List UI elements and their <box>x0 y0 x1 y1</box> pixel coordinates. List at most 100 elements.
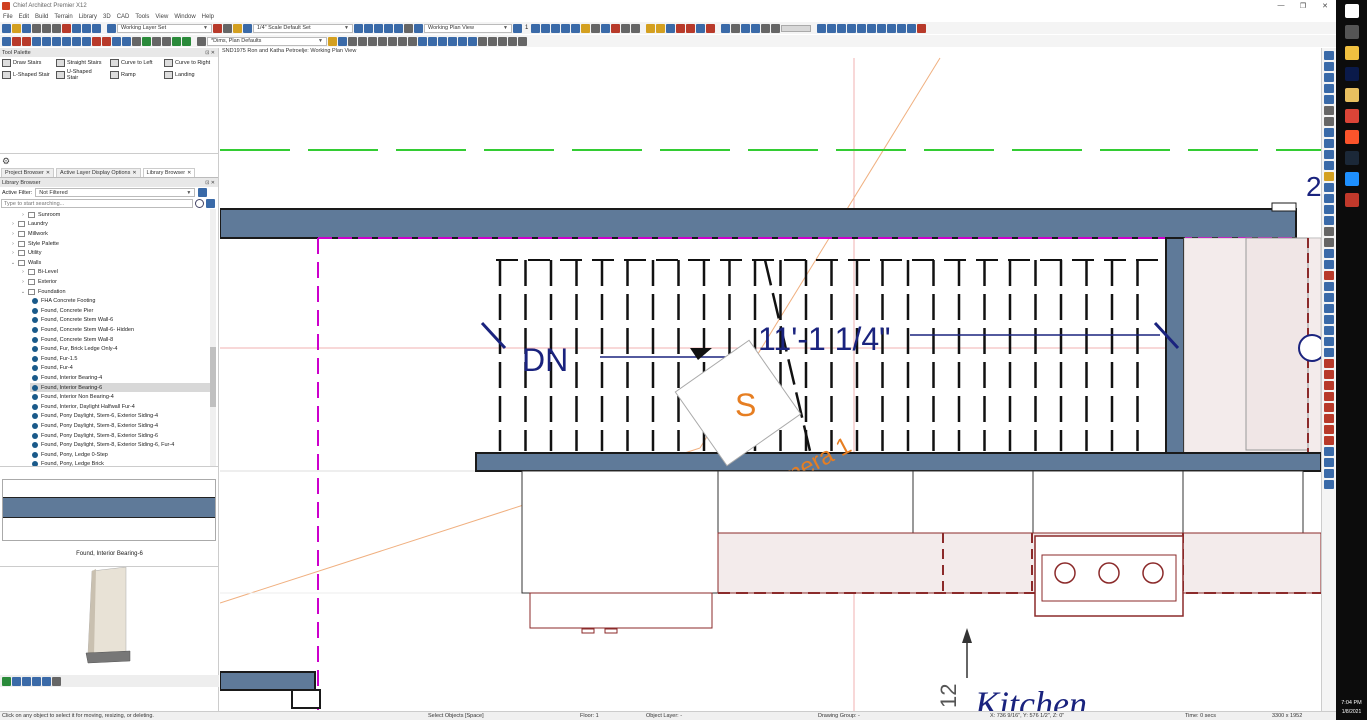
menu-cad[interactable]: CAD <box>117 14 130 20</box>
countertop[interactable] <box>717 532 1321 594</box>
cut-icon[interactable] <box>62 23 71 33</box>
perspective-icon[interactable] <box>571 23 581 33</box>
chamfer-icon[interactable] <box>488 36 497 46</box>
tool-draw-stairs[interactable]: Draw Stairs <box>2 59 50 67</box>
close-button[interactable]: ✕ <box>1314 2 1336 10</box>
select-icon[interactable] <box>2 36 11 46</box>
view-tool-icon[interactable] <box>1324 51 1334 60</box>
tree-item[interactable]: Found, Pony Daylight, Stem-8, Exterior S… <box>30 421 210 431</box>
view-tool-icon[interactable] <box>1324 447 1334 456</box>
steam-icon[interactable] <box>1344 151 1359 165</box>
copy-icon[interactable] <box>72 23 81 33</box>
reference-icon[interactable] <box>666 23 676 33</box>
library-search-input[interactable] <box>1 199 193 208</box>
view-tool-icon[interactable] <box>1324 315 1334 324</box>
view-tool-icon[interactable] <box>1324 216 1334 225</box>
view-tool-icon[interactable] <box>1324 469 1334 478</box>
top-wall[interactable] <box>220 208 1297 239</box>
chevron-right-icon[interactable]: › <box>10 231 16 237</box>
view-tool-icon[interactable] <box>1324 249 1334 258</box>
tree-folder[interactable]: › Style Palette <box>10 239 210 249</box>
tree-item[interactable]: Found, Pony, Ledge Brick <box>30 460 210 466</box>
tab-project-browser[interactable]: Project Browser ✕ <box>1 168 55 177</box>
window-icon[interactable] <box>42 36 51 46</box>
pause-icon[interactable] <box>761 23 771 33</box>
filter-select[interactable]: Not Filtered ▼ <box>35 188 196 197</box>
close-icon[interactable]: ✕ <box>187 170 191 176</box>
close-icon[interactable]: ✕ <box>46 170 50 176</box>
undo-icon[interactable] <box>42 23 51 33</box>
filter-icon[interactable] <box>198 188 208 197</box>
tree-item[interactable]: Found, Fur, Brick Ledge Only-4 <box>30 344 210 354</box>
chevron-down-icon[interactable]: ⌄ <box>10 260 16 266</box>
tree-item[interactable]: Found, Pony Daylight, Stem-8, Exterior S… <box>30 431 210 441</box>
lower-cabinet-block[interactable] <box>717 470 914 534</box>
elevation-icon[interactable] <box>561 23 571 33</box>
panel-pin-icon[interactable]: ⊡ ✕ <box>205 50 218 56</box>
view-iso-icon[interactable] <box>42 676 51 686</box>
tool-curve-left[interactable]: Curve to Left <box>110 59 158 67</box>
close-icon[interactable]: ✕ <box>132 170 136 176</box>
view-tool-icon[interactable] <box>1324 271 1334 280</box>
tree-item[interactable]: Found, Interior Bearing-4 <box>30 373 210 383</box>
stair-icon[interactable] <box>62 36 71 46</box>
curve-2-icon[interactable] <box>508 36 517 46</box>
progress-slider[interactable] <box>781 24 812 32</box>
window-tile-2-icon[interactable] <box>827 23 837 33</box>
wall-icon[interactable] <box>12 36 21 46</box>
curve-icon[interactable] <box>498 36 507 46</box>
save-icon[interactable] <box>22 23 31 33</box>
light-icon[interactable] <box>581 23 591 33</box>
view-tool-icon[interactable] <box>1324 414 1334 423</box>
search-icon[interactable] <box>195 199 204 208</box>
menu-build[interactable]: Build <box>35 14 48 20</box>
align-icon[interactable] <box>448 36 457 46</box>
tool-landing[interactable]: Landing <box>164 69 212 81</box>
window-tile-3-icon[interactable] <box>837 23 847 33</box>
view-tool-icon[interactable] <box>1324 95 1334 104</box>
plant-icon[interactable] <box>142 36 151 46</box>
tree-folder[interactable]: › Exterior <box>20 277 210 287</box>
cabinet-icon[interactable] <box>52 36 61 46</box>
tree-item[interactable]: Found, Interior Bearing-6 <box>30 382 210 393</box>
view-tool-icon[interactable] <box>1324 73 1334 82</box>
line-icon[interactable] <box>348 36 357 46</box>
rectangle-icon[interactable] <box>378 36 387 46</box>
stairs-tool-icon[interactable] <box>394 23 403 33</box>
view-tool-icon[interactable] <box>1324 359 1334 368</box>
preview-options-icon[interactable] <box>52 676 61 686</box>
tree-item[interactable]: Found, Pony Daylight, Stem-6, Exterior S… <box>30 412 210 422</box>
green-icon[interactable] <box>172 36 181 46</box>
select-group-icon[interactable] <box>1324 172 1334 181</box>
fillet-icon[interactable] <box>478 36 487 46</box>
plan-view-icon[interactable] <box>414 23 423 33</box>
taskbar-clock[interactable]: 7:04 PM <box>1336 700 1367 706</box>
view-tool-icon[interactable] <box>1324 381 1334 390</box>
annotation-icon[interactable] <box>213 23 222 33</box>
scale-set-select[interactable]: 1/4" Scale Default Set ▼ <box>253 23 353 33</box>
window-tool-icon[interactable] <box>374 23 383 33</box>
view-tool-icon[interactable] <box>1324 84 1334 93</box>
chevron-right-icon[interactable]: › <box>20 279 26 285</box>
view-tool-icon[interactable] <box>1324 238 1334 247</box>
join-icon[interactable] <box>438 36 447 46</box>
app-blue-icon[interactable] <box>1344 172 1359 186</box>
view-tool-icon[interactable] <box>1324 337 1334 346</box>
edit-set-icon[interactable] <box>223 23 232 33</box>
menu-library[interactable]: Library <box>79 14 97 20</box>
curve-3-icon[interactable] <box>518 36 527 46</box>
room-name-label[interactable]: Kitchen <box>974 684 1087 711</box>
chrome-icon[interactable] <box>1344 109 1359 123</box>
menu-help[interactable]: Help <box>202 14 214 20</box>
photoshop-icon[interactable] <box>1344 67 1359 81</box>
pencil-icon[interactable] <box>328 36 337 46</box>
tree-scrollbar[interactable] <box>210 209 216 466</box>
windows-start-icon[interactable] <box>1344 4 1359 18</box>
fill-icon[interactable] <box>418 36 427 46</box>
materials-icon[interactable] <box>621 23 631 33</box>
view-tool-icon[interactable] <box>1324 326 1334 335</box>
tree-item[interactable]: FHA Concrete Footing <box>30 296 210 306</box>
chevron-right-icon[interactable]: › <box>20 269 26 275</box>
folder-icon[interactable] <box>1344 88 1359 102</box>
menu-terrain[interactable]: Terrain <box>54 14 72 20</box>
